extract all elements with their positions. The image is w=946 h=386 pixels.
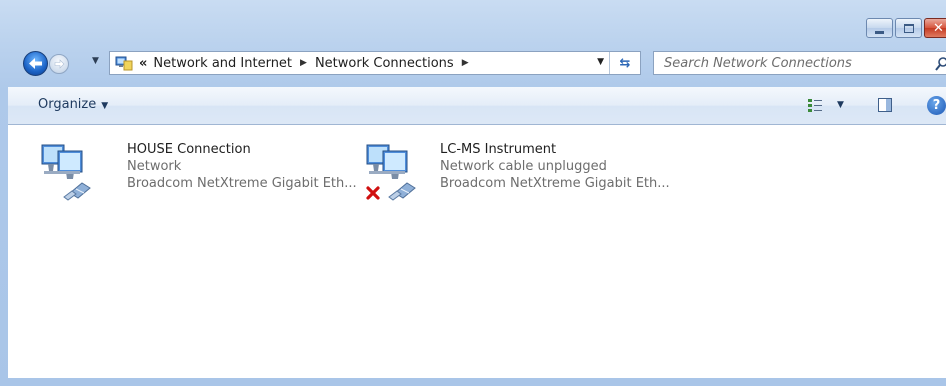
breadcrumb-overflow[interactable]: «: [139, 56, 147, 71]
change-view-icon[interactable]: [808, 98, 822, 112]
command-bar: Organize ▼ ▼ ?: [8, 87, 946, 125]
search-icon[interactable]: [934, 56, 946, 72]
minimize-icon: [875, 30, 884, 34]
connection-status: Network cable unplugged: [440, 159, 607, 174]
connection-details: LC-MS Instrument Network cable unplugged…: [440, 141, 690, 192]
search-box[interactable]: [653, 51, 946, 75]
search-input[interactable]: [664, 55, 924, 71]
close-button[interactable]: ✕: [924, 18, 946, 38]
connection-item-house[interactable]: HOUSE Connection Network Broadcom NetXtr…: [36, 141, 366, 207]
connection-details: HOUSE Connection Network Broadcom NetXtr…: [127, 141, 377, 192]
navigation-bar: ▼ « Network and Internet ▶ Network Conne…: [0, 47, 946, 79]
connection-name: HOUSE Connection: [127, 142, 251, 157]
back-button[interactable]: [23, 51, 48, 76]
network-folder-icon: [115, 55, 133, 71]
window-controls: ✕: [864, 18, 946, 42]
preview-pane-icon[interactable]: [878, 98, 892, 112]
maximize-button[interactable]: [895, 18, 922, 38]
chevron-down-icon: ▼: [101, 101, 109, 111]
organize-label: Organize: [38, 97, 97, 112]
connection-item-lc-ms[interactable]: LC-MS Instrument Network cable unplugged…: [361, 141, 691, 207]
maximize-icon: [903, 23, 914, 33]
address-bar[interactable]: « Network and Internet ▶ Network Connect…: [109, 51, 641, 75]
forward-arrow-icon: [54, 59, 64, 69]
views-dropdown-icon[interactable]: ▼: [837, 100, 844, 110]
breadcrumb: « Network and Internet ▶ Network Connect…: [139, 56, 477, 71]
connection-adapter: Broadcom NetXtreme Gigabit Eth...: [440, 176, 670, 191]
breadcrumb-separator-icon[interactable]: ▶: [462, 58, 469, 68]
connections-list: HOUSE Connection Network Broadcom NetXtr…: [8, 125, 946, 378]
error-x-icon: [366, 186, 380, 200]
connection-status: Network: [127, 159, 182, 174]
network-adapter-icon: [41, 144, 91, 201]
minimize-button[interactable]: [866, 18, 893, 38]
help-icon[interactable]: ?: [927, 96, 946, 115]
recent-pages-dropdown[interactable]: ▼: [92, 56, 99, 66]
connection-name: LC-MS Instrument: [440, 142, 557, 157]
connection-adapter: Broadcom NetXtreme Gigabit Eth...: [127, 176, 357, 191]
window-frame: ✕ ▼ « Network and Internet ▶ Network Con…: [0, 0, 946, 386]
back-arrow-icon: [29, 58, 42, 69]
organize-menu[interactable]: Organize ▼: [38, 97, 108, 112]
refresh-button[interactable]: ⇆: [609, 52, 640, 74]
breadcrumb-network-and-internet[interactable]: Network and Internet: [153, 56, 292, 71]
breadcrumb-network-connections[interactable]: Network Connections: [315, 56, 454, 71]
forward-button[interactable]: [49, 54, 69, 74]
close-icon: ✕: [933, 20, 944, 36]
breadcrumb-separator-icon[interactable]: ▶: [300, 58, 307, 68]
refresh-icon: ⇆: [619, 55, 631, 71]
window-bottom-border: [0, 378, 946, 386]
network-adapter-icon: [366, 144, 416, 201]
address-dropdown-icon[interactable]: ▼: [597, 57, 604, 67]
